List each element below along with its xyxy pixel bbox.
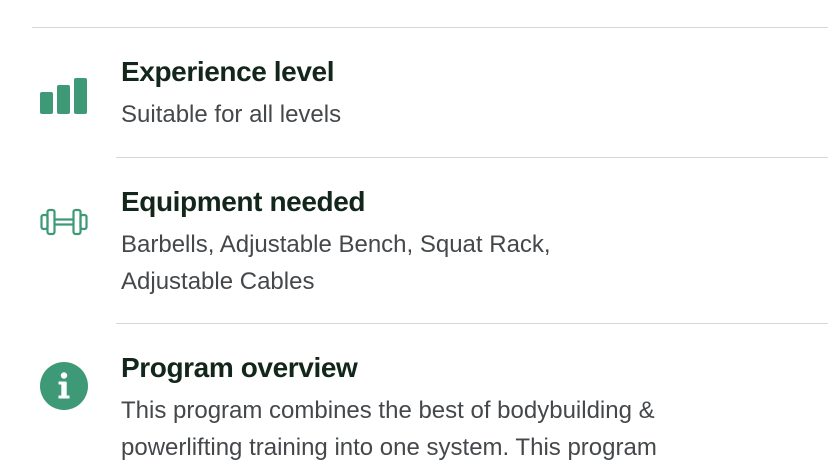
experience-level-value: Suitable for all levels	[121, 101, 342, 128]
program-overview-title: Program overview	[121, 352, 358, 383]
equipment-needed-title: Equipment needed	[121, 186, 366, 217]
experience-level-title: Experience level	[121, 56, 335, 87]
experience-level-row: Experience level Suitable for all levels	[0, 28, 828, 157]
program-overview-row: Program overview This program combines t…	[0, 324, 828, 466]
program-overview-description: This program combines the best of bodybu…	[121, 397, 657, 461]
equipment-needed-value: Barbells, Adjustable Bench, Squat Rack, …	[121, 231, 551, 295]
equipment-needed-row: Equipment needed Barbells, Adjustable Be…	[0, 158, 828, 323]
info-icon	[40, 362, 88, 410]
dumbbell-icon	[40, 198, 88, 246]
bar-chart-icon	[40, 72, 88, 120]
